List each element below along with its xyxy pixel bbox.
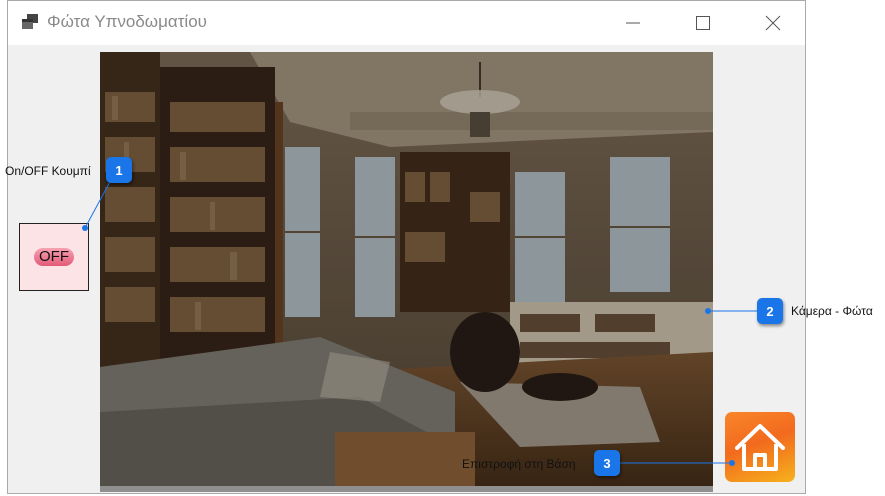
callout-badge-home: 3 xyxy=(594,450,620,476)
home-label: Επιστροφή στη Βάση xyxy=(462,457,576,471)
camera-label: Κάμερα - Φώτα xyxy=(791,304,873,318)
callout-badge-camera: 2 xyxy=(757,298,783,324)
callout-dot-toggle xyxy=(82,225,88,231)
callout-dot-home xyxy=(729,460,735,466)
callout-lines xyxy=(84,177,757,464)
callout-dot-camera xyxy=(705,308,711,314)
callout-badge-toggle: 1 xyxy=(106,157,132,183)
toggle-label: On/OFF Κουμπί xyxy=(5,164,91,178)
